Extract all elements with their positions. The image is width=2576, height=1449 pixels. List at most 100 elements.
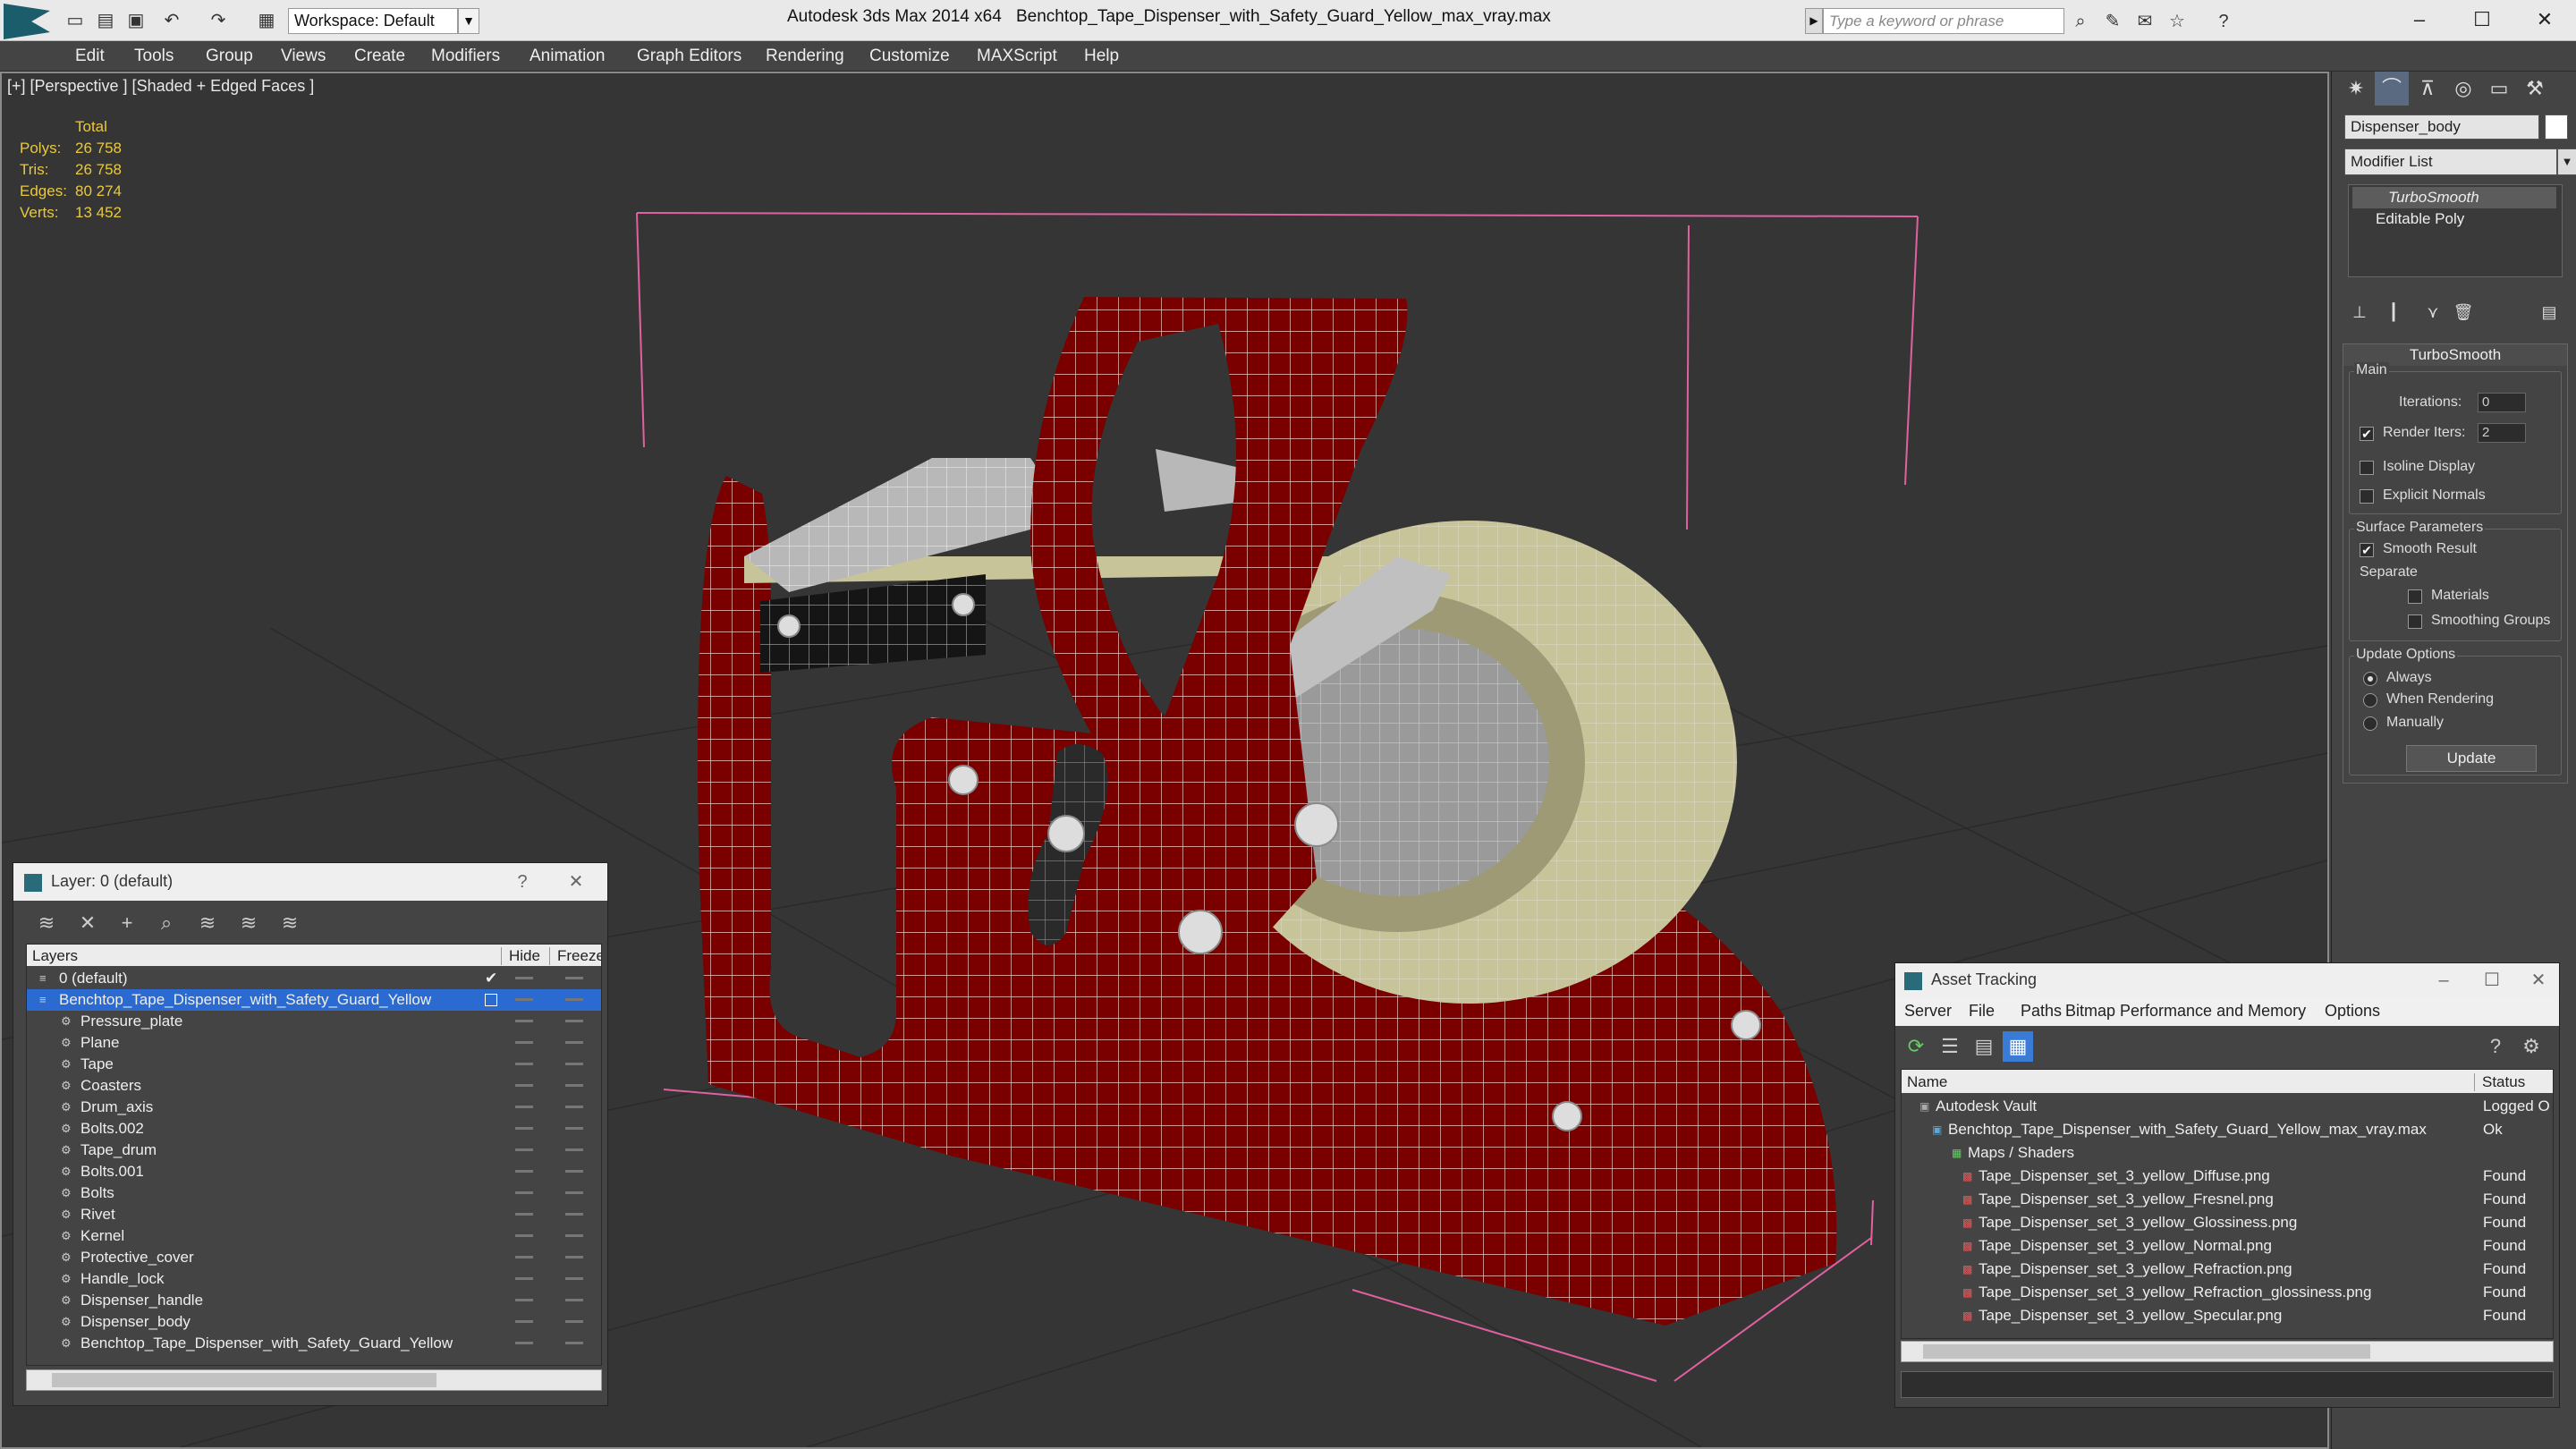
when-rendering-radio[interactable] bbox=[2363, 693, 2377, 708]
close-icon[interactable]: ✕ bbox=[2527, 969, 2550, 992]
hide-toggle[interactable] bbox=[515, 1063, 533, 1065]
freeze-toggle[interactable] bbox=[565, 1191, 583, 1194]
maximize-icon[interactable]: ☐ bbox=[2460, 4, 2504, 36]
create-tab-icon[interactable]: ✷ bbox=[2339, 72, 2373, 106]
open-file-icon[interactable]: ▤ bbox=[95, 11, 116, 30]
asset-row[interactable]: ▩ Tape_Dispenser_set_3_yellow_Fresnel.png… bbox=[1902, 1188, 2553, 1211]
minimize-icon[interactable]: – bbox=[2397, 4, 2442, 36]
detail-view-icon[interactable]: ▤ bbox=[1969, 1031, 1999, 1062]
asset-row[interactable]: ▩ Tape_Dispenser_set_3_yellow_Refraction_… bbox=[1902, 1281, 2553, 1304]
utilities-tab-icon[interactable]: ⚒ bbox=[2518, 72, 2552, 106]
hide-toggle[interactable] bbox=[515, 1106, 533, 1108]
binoculars-icon[interactable]: ⌕ bbox=[2070, 11, 2091, 32]
freeze-toggle[interactable] bbox=[565, 1084, 583, 1087]
freeze-toggle[interactable] bbox=[565, 998, 583, 1001]
menu-maxscript[interactable]: MAXScript bbox=[973, 45, 1061, 68]
layer-row[interactable]: ⚙ Drum_axis bbox=[27, 1097, 601, 1118]
create-layer-icon[interactable]: ≋ bbox=[31, 908, 62, 938]
set-current-layer-icon[interactable] bbox=[485, 994, 497, 1006]
highlight-layer-icon[interactable]: ≋ bbox=[192, 908, 223, 938]
asset-path-field[interactable] bbox=[1901, 1371, 2554, 1398]
remove-modifier-icon[interactable]: 🗑 bbox=[2448, 299, 2479, 326]
display-tab-icon[interactable]: ▭ bbox=[2482, 72, 2516, 106]
make-unique-icon[interactable]: ⋎ bbox=[2418, 299, 2448, 326]
freeze-toggle[interactable] bbox=[565, 1234, 583, 1237]
freeze-toggle[interactable] bbox=[565, 1127, 583, 1130]
help-icon[interactable]: ? bbox=[2480, 1031, 2511, 1062]
help-icon[interactable]: ? bbox=[511, 870, 534, 894]
scroll-thumb[interactable] bbox=[1923, 1344, 2370, 1359]
always-radio[interactable] bbox=[2363, 672, 2377, 686]
favorites-star-icon[interactable]: ☆ bbox=[2166, 11, 2188, 32]
layer-row[interactable]: ⚙ Benchtop_Tape_Dispenser_with_Safety_Gua… bbox=[27, 1333, 601, 1354]
smooth-result-checkbox[interactable]: ✔ bbox=[2360, 543, 2374, 557]
workspace-dropdown[interactable]: Workspace: Default bbox=[288, 8, 458, 34]
freeze-toggle[interactable] bbox=[565, 1020, 583, 1022]
layer-row[interactable]: ≡ 0 (default) ✔ bbox=[27, 968, 601, 989]
menu-views[interactable]: Views bbox=[277, 45, 329, 68]
new-file-icon[interactable]: ▭ bbox=[64, 11, 86, 30]
asset-row[interactable]: ▩ Tape_Dispenser_set_3_yellow_Refraction.… bbox=[1902, 1258, 2553, 1281]
layer-row[interactable]: ⚙ Bolts.002 bbox=[27, 1118, 601, 1140]
materials-checkbox[interactable] bbox=[2408, 589, 2422, 604]
object-color-swatch[interactable] bbox=[2545, 114, 2568, 140]
motion-tab-icon[interactable]: ◎ bbox=[2446, 72, 2480, 106]
menu-customize[interactable]: Customize bbox=[866, 45, 953, 68]
add-to-layer-icon[interactable]: + bbox=[112, 908, 142, 938]
render-iters-checkbox[interactable]: ✔ bbox=[2360, 427, 2374, 441]
menu-create[interactable]: Create bbox=[351, 45, 409, 68]
hide-toggle[interactable] bbox=[515, 1213, 533, 1216]
col-freeze[interactable]: Freeze bbox=[549, 947, 601, 965]
undo-icon[interactable]: ↶ bbox=[161, 11, 182, 30]
chevron-down-icon[interactable]: ▼ bbox=[458, 8, 479, 34]
layer-row[interactable]: ⚙ Pressure_plate bbox=[27, 1011, 601, 1032]
show-end-result-icon[interactable]: ┃ bbox=[2378, 299, 2409, 326]
asset-row[interactable]: ▣ Autodesk Vault Logged O bbox=[1902, 1095, 2553, 1118]
freeze-toggle[interactable] bbox=[565, 1106, 583, 1108]
hide-toggle[interactable] bbox=[515, 998, 533, 1001]
chevron-down-icon[interactable]: ▼ bbox=[2557, 148, 2576, 175]
configure-modifier-sets-icon[interactable]: ▤ bbox=[2534, 299, 2564, 326]
isoline-display-checkbox[interactable] bbox=[2360, 461, 2374, 475]
hide-toggle[interactable] bbox=[515, 1256, 533, 1258]
layer-row[interactable]: ⚙ Tape_drum bbox=[27, 1140, 601, 1161]
freeze-toggle[interactable] bbox=[565, 1063, 583, 1065]
freeze-all-layers-icon[interactable]: ≋ bbox=[275, 908, 305, 938]
app-menu-button[interactable] bbox=[4, 4, 50, 39]
redo-icon[interactable]: ↷ bbox=[208, 11, 229, 30]
layer-row[interactable]: ⚙ Protective_cover bbox=[27, 1247, 601, 1268]
freeze-toggle[interactable] bbox=[565, 1256, 583, 1258]
hide-all-layers-icon[interactable]: ≋ bbox=[233, 908, 264, 938]
hide-toggle[interactable] bbox=[515, 1170, 533, 1173]
menu-animation[interactable]: Animation bbox=[526, 45, 609, 68]
asset-row[interactable]: ▦ Maps / Shaders bbox=[1902, 1141, 2553, 1165]
freeze-toggle[interactable] bbox=[565, 1342, 583, 1344]
layer-row[interactable]: ≡ Benchtop_Tape_Dispenser_with_Safety_Gua… bbox=[27, 989, 601, 1011]
delete-layer-icon[interactable]: ✕ bbox=[72, 908, 103, 938]
menu-edit[interactable]: Edit bbox=[72, 45, 108, 68]
freeze-toggle[interactable] bbox=[565, 1299, 583, 1301]
freeze-toggle[interactable] bbox=[565, 1041, 583, 1044]
hide-toggle[interactable] bbox=[515, 1277, 533, 1280]
stack-item-turbosmooth[interactable]: TurboSmooth bbox=[2352, 187, 2556, 208]
scroll-thumb[interactable] bbox=[52, 1373, 436, 1387]
modifier-list-dropdown[interactable]: Modifier List bbox=[2344, 148, 2557, 175]
maximize-icon[interactable]: ☐ bbox=[2480, 969, 2504, 992]
settings-icon[interactable]: ⚙ bbox=[2516, 1031, 2546, 1062]
menu-graph-editors[interactable]: Graph Editors bbox=[633, 45, 745, 68]
hide-toggle[interactable] bbox=[515, 1299, 533, 1301]
layer-row[interactable]: ⚙ Coasters bbox=[27, 1075, 601, 1097]
layer-row[interactable]: ⚙ Plane bbox=[27, 1032, 601, 1054]
asset-dialog-title[interactable]: Asset Tracking bbox=[1895, 963, 2559, 997]
horizontal-scrollbar[interactable] bbox=[26, 1369, 602, 1391]
hide-toggle[interactable] bbox=[515, 1191, 533, 1194]
manually-radio[interactable] bbox=[2363, 716, 2377, 731]
object-name-field[interactable]: Dispenser_body bbox=[2344, 114, 2539, 140]
asset-menu-file[interactable]: File bbox=[1969, 1002, 1995, 1021]
hide-toggle[interactable] bbox=[515, 1127, 533, 1130]
help-icon[interactable]: ? bbox=[2213, 11, 2234, 32]
col-layers[interactable]: Layers bbox=[32, 947, 78, 965]
hide-toggle[interactable] bbox=[515, 1342, 533, 1344]
hide-toggle[interactable] bbox=[515, 1041, 533, 1044]
layer-row[interactable]: ⚙ Dispenser_body bbox=[27, 1311, 601, 1333]
